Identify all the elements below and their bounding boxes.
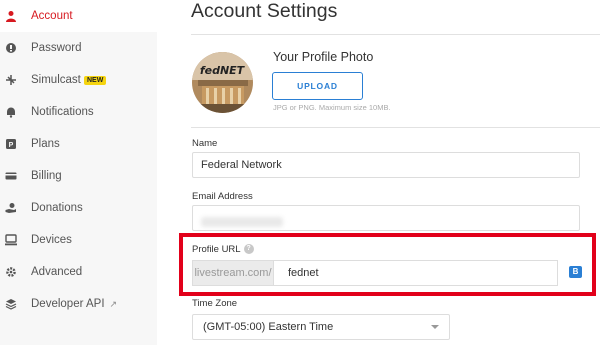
gear-icon bbox=[5, 266, 17, 278]
sidebar-item-label: Developer API ↗ bbox=[31, 298, 118, 310]
timezone-value: (GMT-05:00) Eastern Time bbox=[203, 321, 334, 333]
chevron-down-icon bbox=[431, 325, 439, 329]
profile-url-group: livestream.com/ fednet bbox=[192, 260, 558, 286]
photo-title: Your Profile Photo bbox=[273, 50, 374, 64]
photo-hint: JPG or PNG. Maximum size 10MB. bbox=[273, 103, 391, 112]
plans-icon: P bbox=[5, 138, 17, 150]
devices-icon bbox=[5, 234, 17, 246]
timezone-select[interactable]: (GMT-05:00) Eastern Time bbox=[192, 314, 450, 340]
sidebar-item-label: Advanced bbox=[31, 266, 83, 278]
sidebar-item-label: Notifications bbox=[31, 106, 94, 118]
blurred-email-value bbox=[201, 216, 283, 227]
svg-text:P: P bbox=[9, 142, 14, 149]
sidebar-item-label: Simulcast bbox=[31, 74, 81, 86]
sidebar-item-label: Devices bbox=[31, 234, 72, 246]
sidebar-item-label: Billing bbox=[31, 170, 62, 182]
avatar: fedNET bbox=[192, 52, 253, 113]
sidebar-item-advanced[interactable]: Advanced bbox=[0, 256, 157, 288]
upload-button[interactable]: UPLOAD bbox=[272, 72, 363, 100]
lock-icon bbox=[5, 42, 17, 54]
layers-icon bbox=[5, 298, 17, 310]
sidebar-item-notifications[interactable]: Notifications bbox=[0, 96, 157, 128]
sidebar-item-devices[interactable]: Devices bbox=[0, 224, 157, 256]
email-field[interactable] bbox=[192, 205, 580, 231]
bell-icon bbox=[5, 106, 17, 118]
donation-icon bbox=[5, 202, 17, 214]
svg-text:fedNET: fedNET bbox=[200, 64, 246, 77]
sidebar-item-account[interactable]: Account bbox=[0, 0, 157, 32]
profile-url-input[interactable]: fednet bbox=[273, 260, 558, 286]
sidebar: Account Password Simulcast NEW Notificat… bbox=[0, 0, 157, 345]
url-prefix: livestream.com/ bbox=[192, 260, 273, 286]
external-link-icon: ↗ bbox=[109, 299, 118, 309]
sidebar-item-label: Account bbox=[31, 10, 73, 22]
sidebar-item-donations[interactable]: Donations bbox=[0, 192, 157, 224]
divider bbox=[191, 127, 600, 128]
sidebar-item-label: Plans bbox=[31, 138, 60, 150]
email-label: Email Address bbox=[192, 191, 253, 202]
credit-card-icon bbox=[5, 170, 17, 182]
page-title: Account Settings bbox=[191, 0, 338, 22]
sidebar-item-billing[interactable]: Billing bbox=[0, 160, 157, 192]
broadcast-icon bbox=[5, 74, 17, 86]
sidebar-item-simulcast[interactable]: Simulcast NEW bbox=[0, 64, 157, 96]
user-icon bbox=[5, 10, 17, 22]
timezone-label: Time Zone bbox=[192, 298, 238, 309]
new-badge: NEW bbox=[84, 75, 107, 85]
sidebar-item-plans[interactable]: P Plans bbox=[0, 128, 157, 160]
profile-url-label: Profile URL? bbox=[192, 244, 254, 255]
sidebar-item-label: Donations bbox=[31, 202, 83, 214]
name-field[interactable]: Federal Network bbox=[192, 152, 580, 178]
name-label: Name bbox=[192, 138, 218, 149]
sidebar-item-label: Password bbox=[31, 42, 82, 54]
divider bbox=[191, 34, 600, 35]
help-icon[interactable]: ? bbox=[243, 244, 254, 255]
sidebar-item-developer-api[interactable]: Developer API ↗ bbox=[0, 288, 157, 320]
sidebar-item-password[interactable]: Password bbox=[0, 32, 157, 64]
b-badge-icon[interactable]: B bbox=[569, 266, 582, 278]
